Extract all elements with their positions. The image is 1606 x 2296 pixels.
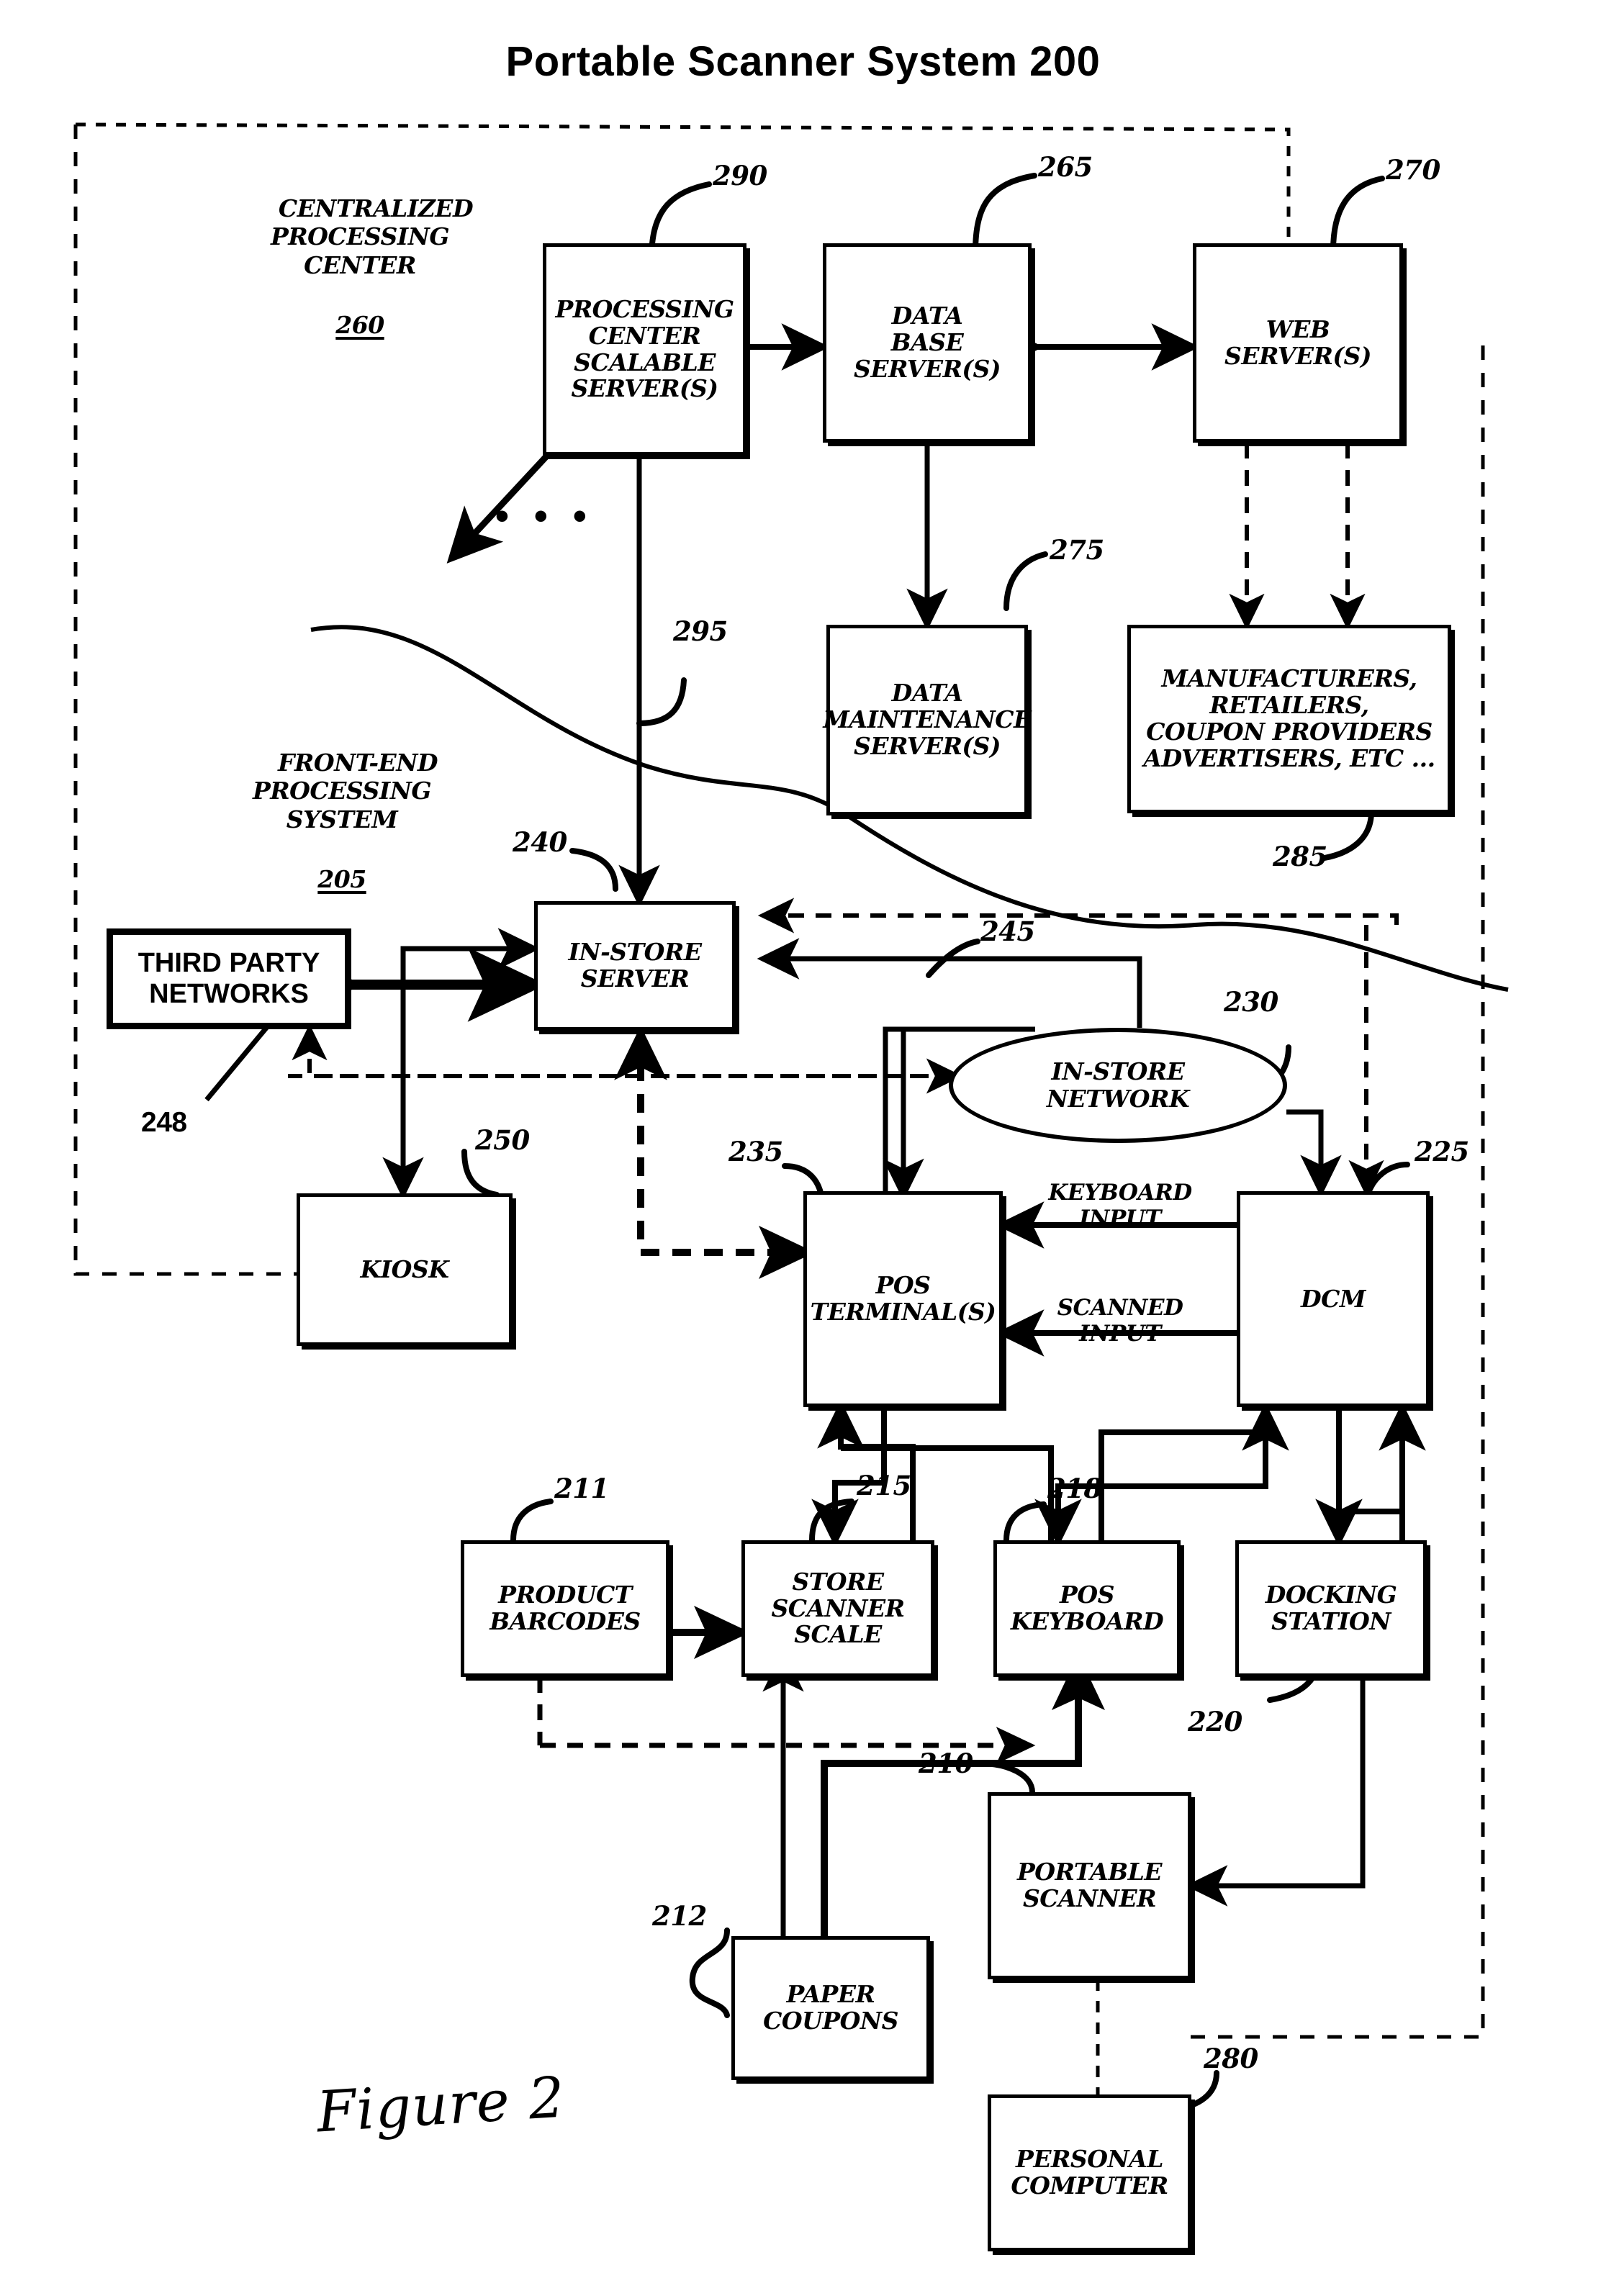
flow-label-keyboard-input: KEYBOARD INPUT <box>1048 1180 1192 1231</box>
node-label: PORTABLE SCANNER <box>1016 1858 1163 1912</box>
node-label: PROCESSING CENTER SCALABLE SERVER(S) <box>555 294 734 403</box>
node-label: PERSONAL COMPUTER <box>1011 2145 1168 2200</box>
node-manufacturers-retailers[interactable]: MANUFACTURERS, RETAILERS, COUPON PROVIDERS… <box>1127 625 1451 813</box>
node-label: POS TERMINAL(S) <box>810 1271 996 1326</box>
ref-265: 265 <box>1038 151 1093 183</box>
node-web-server[interactable]: WEB SERVER(S) <box>1193 243 1403 443</box>
node-label: DOCKING STATION <box>1265 1581 1397 1635</box>
node-database-server[interactable]: DATA BASE SERVER(S) <box>823 243 1032 443</box>
region-label-front-end-processing-system: FRONT-END PROCESSING SYSTEM 205 <box>223 720 461 951</box>
node-label: MANUFACTURERS, RETAILERS, COUPON PROVIDERS… <box>1143 664 1435 772</box>
ref-275: 275 <box>1050 534 1104 566</box>
ref-240: 240 <box>513 826 567 858</box>
ref-225: 225 <box>1415 1136 1469 1167</box>
node-store-scanner-scale[interactable]: STORE SCANNER SCALE <box>741 1540 934 1677</box>
ref-218: 218 <box>1047 1473 1102 1504</box>
node-label: THIRD PARTY NETWORKS <box>137 948 320 1009</box>
node-portable-scanner[interactable]: PORTABLE SCANNER <box>988 1792 1191 1979</box>
region-label-centralized-processing-center: CENTRALIZED PROCESSING CENTER 260 <box>241 166 479 397</box>
node-product-barcodes[interactable]: PRODUCT BARCODES <box>461 1540 669 1677</box>
node-dcm[interactable]: DCM <box>1237 1191 1430 1407</box>
ellipsis-more-servers: • • • <box>495 494 594 538</box>
ref-290: 290 <box>713 160 767 191</box>
node-label: KIOSK <box>360 1255 449 1283</box>
figure-canvas: Portable Scanner System 200 CENTRALIZED … <box>0 0 1606 2296</box>
node-label: IN-STORE SERVER <box>568 938 702 993</box>
node-in-store-server[interactable]: IN-STORE SERVER <box>534 901 736 1031</box>
ref-210: 210 <box>919 1748 973 1779</box>
region-ref-205: 205 <box>317 864 366 893</box>
ref-295: 295 <box>673 615 728 647</box>
ref-245: 245 <box>980 916 1035 947</box>
flow-label-scanned-input: SCANNED INPUT <box>1057 1295 1183 1347</box>
ref-215: 215 <box>857 1470 911 1501</box>
figure-caption: Figure 2 <box>315 2065 567 2146</box>
node-label: PAPER COUPONS <box>763 1980 898 2035</box>
node-label: STORE SCANNER SCALE <box>771 1567 905 1649</box>
ref-280: 280 <box>1204 2043 1258 2074</box>
node-label: POS KEYBOARD <box>1010 1581 1164 1635</box>
node-paper-coupons[interactable]: PAPER COUPONS <box>731 1936 930 2080</box>
ref-285: 285 <box>1273 841 1327 872</box>
node-label: DATA MAINTENANCE SERVER(S) <box>823 679 1032 760</box>
node-processing-center-scalable-server[interactable]: PROCESSING CENTER SCALABLE SERVER(S) <box>543 243 746 456</box>
node-personal-computer[interactable]: PERSONAL COMPUTER <box>988 2094 1191 2251</box>
node-label: DATA BASE SERVER(S) <box>854 302 1001 383</box>
ref-235: 235 <box>728 1136 783 1167</box>
ref-211: 211 <box>554 1473 609 1504</box>
ref-212: 212 <box>652 1900 707 1932</box>
ref-250: 250 <box>475 1124 530 1156</box>
node-label: IN-STORE NETWORK <box>1046 1057 1190 1113</box>
figure-title: Portable Scanner System 200 <box>505 38 1101 85</box>
node-label: DCM <box>1301 1284 1366 1313</box>
ref-230: 230 <box>1224 986 1278 1018</box>
ref-220: 220 <box>1188 1706 1242 1737</box>
node-third-party-networks[interactable]: THIRD PARTY NETWORKS <box>107 928 351 1029</box>
node-pos-keyboard[interactable]: POS KEYBOARD <box>993 1540 1181 1677</box>
region-ref-260: 260 <box>335 310 384 339</box>
node-data-maintenance-server[interactable]: DATA MAINTENANCE SERVER(S) <box>823 625 1032 815</box>
ref-270: 270 <box>1386 154 1440 186</box>
node-in-store-network[interactable]: IN-STORE NETWORK <box>949 1028 1287 1143</box>
node-kiosk[interactable]: KIOSK <box>297 1193 513 1346</box>
ref-248: 248 <box>141 1107 187 1138</box>
node-docking-station[interactable]: DOCKING STATION <box>1235 1540 1427 1677</box>
node-pos-terminal[interactable]: POS TERMINAL(S) <box>803 1191 1003 1407</box>
node-label: WEB SERVER(S) <box>1224 315 1371 370</box>
node-label: PRODUCT BARCODES <box>490 1581 641 1635</box>
